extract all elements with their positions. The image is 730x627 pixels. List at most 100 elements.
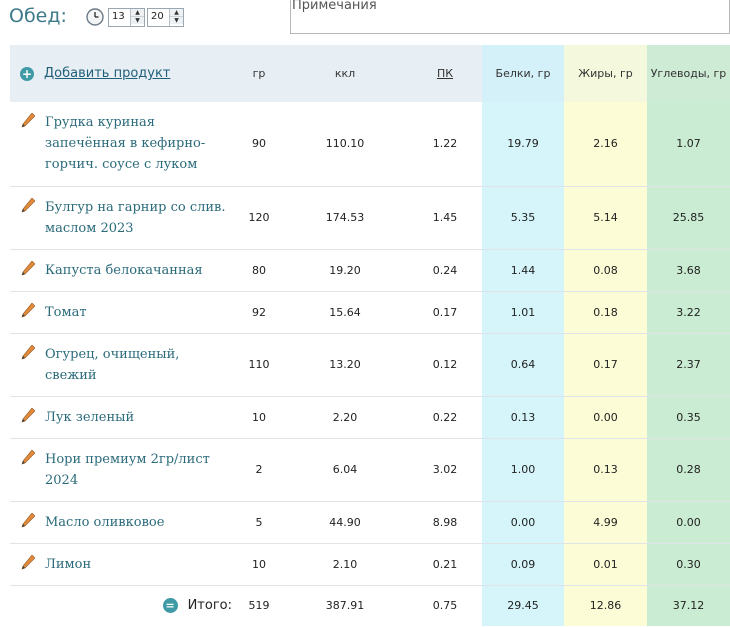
cell-fat: 0.17 [564,333,647,397]
cell-gr: 10 [236,543,282,586]
product-name[interactable]: Капуста белокачанная [45,260,203,281]
product-name-cell: Булгур на гарнир со слив. маслом 2023 [10,186,236,250]
cell-gr: 80 [236,249,282,292]
cell-protein: 0.13 [482,396,564,439]
table-row: Булгур на гарнир со слив. маслом 2023 120… [10,186,730,250]
total-label: Итого: [187,598,232,613]
cell-gr: 110 [236,333,282,397]
minute-up-arrow-icon[interactable]: ▲ [170,9,183,17]
product-name-cell: Лук зеленый [10,396,236,439]
table-row: Лимон 10 2.10 0.21 0.09 0.01 0.30 [10,543,730,586]
clock-icon [86,8,104,26]
table-header: + Добавить продукт гр ккл ПК Белки, гр Ж… [10,45,730,102]
total-protein: 29.45 [482,585,564,626]
minute-spinner[interactable]: 20 ▲ ▼ [147,8,184,27]
minute-value: 20 [151,11,164,22]
cell-gr: 120 [236,186,282,250]
cell-carbs: 0.35 [647,396,730,439]
header-gr: гр [236,45,282,102]
cell-pk: 0.17 [408,291,482,334]
cell-protein: 1.44 [482,249,564,292]
cell-carbs: 1.07 [647,102,730,187]
total-label-cell: = Итого: [10,585,236,626]
minute-down-arrow-icon[interactable]: ▼ [170,17,183,24]
hour-spinner[interactable]: 13 ▲ ▼ [108,8,145,27]
pencil-edit-icon[interactable] [21,197,35,214]
cell-kcl: 15.64 [282,291,408,334]
pencil-edit-icon[interactable] [21,302,35,319]
total-pk: 0.75 [432,599,458,612]
cell-pk: 0.21 [408,543,482,586]
cell-gr: 92 [236,291,282,334]
product-name-cell: Лимон [10,543,236,586]
product-name-cell: Масло оливковое [10,501,236,544]
total-row: = Итого: 519 387.91 0.75 29.45 12.86 37.… [10,585,730,626]
product-name[interactable]: Томат [45,302,87,323]
header-fat: Жиры, гр [564,45,647,102]
header-pk: ПК [408,45,482,102]
cell-fat: 2.16 [564,102,647,187]
pencil-edit-icon[interactable] [21,344,35,361]
notes-placeholder: Примечания [292,0,377,13]
cell-gr: 10 [236,396,282,439]
cell-gr: 2 [236,438,282,502]
cell-protein: 5.35 [482,186,564,250]
food-table: + Добавить продукт гр ккл ПК Белки, гр Ж… [10,45,730,626]
hour-down-arrow-icon[interactable]: ▼ [131,17,144,24]
total-carbs: 37.12 [647,585,730,626]
cell-kcl: 44.90 [282,501,408,544]
hour-up-arrow-icon[interactable]: ▲ [131,9,144,17]
header-pk-link[interactable]: ПК [437,67,453,80]
product-name[interactable]: Лук зеленый [45,407,134,428]
cell-kcl: 13.20 [282,333,408,397]
cell-kcl: 110.10 [282,102,408,187]
cell-fat: 0.01 [564,543,647,586]
cell-kcl: 2.20 [282,396,408,439]
pencil-edit-icon[interactable] [21,449,35,466]
cell-fat: 0.08 [564,249,647,292]
cell-pk: 1.45 [408,186,482,250]
cell-fat: 0.00 [564,396,647,439]
notes-textarea[interactable]: Примечания [290,0,730,34]
header-protein: Белки, гр [482,45,564,102]
product-name[interactable]: Булгур на гарнир со слив. маслом 2023 [45,197,228,239]
cell-pk: 0.12 [408,333,482,397]
table-row: Огурец, очищеный, свежий 110 13.20 0.12 0.64… [10,333,730,397]
cell-carbs: 2.37 [647,333,730,397]
cell-carbs: 25.85 [647,186,730,250]
cell-carbs: 0.00 [647,501,730,544]
pencil-edit-icon[interactable] [21,554,35,571]
cell-pk: 3.02 [408,438,482,502]
cell-fat: 0.18 [564,291,647,334]
product-name-cell: Томат [10,291,236,334]
add-product-link[interactable]: Добавить продукт [44,66,170,81]
product-name-cell: Огурец, очищеный, свежий [10,333,236,397]
product-name-cell: Грудка куриная запечённая в кефирно-горч… [10,102,236,187]
add-product-cell: + Добавить продукт [10,45,236,102]
meal-header: Обед: 13 ▲ ▼ 20 ▲ ▼ Примечания [0,0,730,40]
pencil-edit-icon[interactable] [21,512,35,529]
cell-gr: 90 [236,102,282,187]
table-row: Нори премиум 2гр/лист 2024 2 6.04 3.02 1.00 0… [10,438,730,502]
cell-protein: 1.00 [482,438,564,502]
pencil-edit-icon[interactable] [21,260,35,277]
cell-fat: 0.13 [564,438,647,502]
product-name[interactable]: Огурец, очищеный, свежий [45,344,228,386]
total-fat: 12.86 [564,585,647,626]
cell-pk: 0.22 [408,396,482,439]
plus-icon[interactable]: + [20,66,34,81]
meal-title: Обед: [9,5,67,27]
product-name[interactable]: Масло оливковое [45,512,164,533]
cell-pk: 1.22 [408,102,482,187]
product-name-cell: Нори премиум 2гр/лист 2024 [10,438,236,502]
cell-protein: 1.01 [482,291,564,334]
product-name[interactable]: Грудка куриная запечённая в кефирно-горч… [45,112,228,175]
cell-carbs: 3.22 [647,291,730,334]
hour-value: 13 [112,11,125,22]
pencil-edit-icon[interactable] [21,113,35,129]
pencil-edit-icon[interactable] [21,407,35,424]
cell-protein: 0.09 [482,543,564,586]
product-name[interactable]: Нори премиум 2гр/лист 2024 [45,449,228,491]
cell-kcl: 19.20 [282,249,408,292]
product-name[interactable]: Лимон [45,554,91,575]
